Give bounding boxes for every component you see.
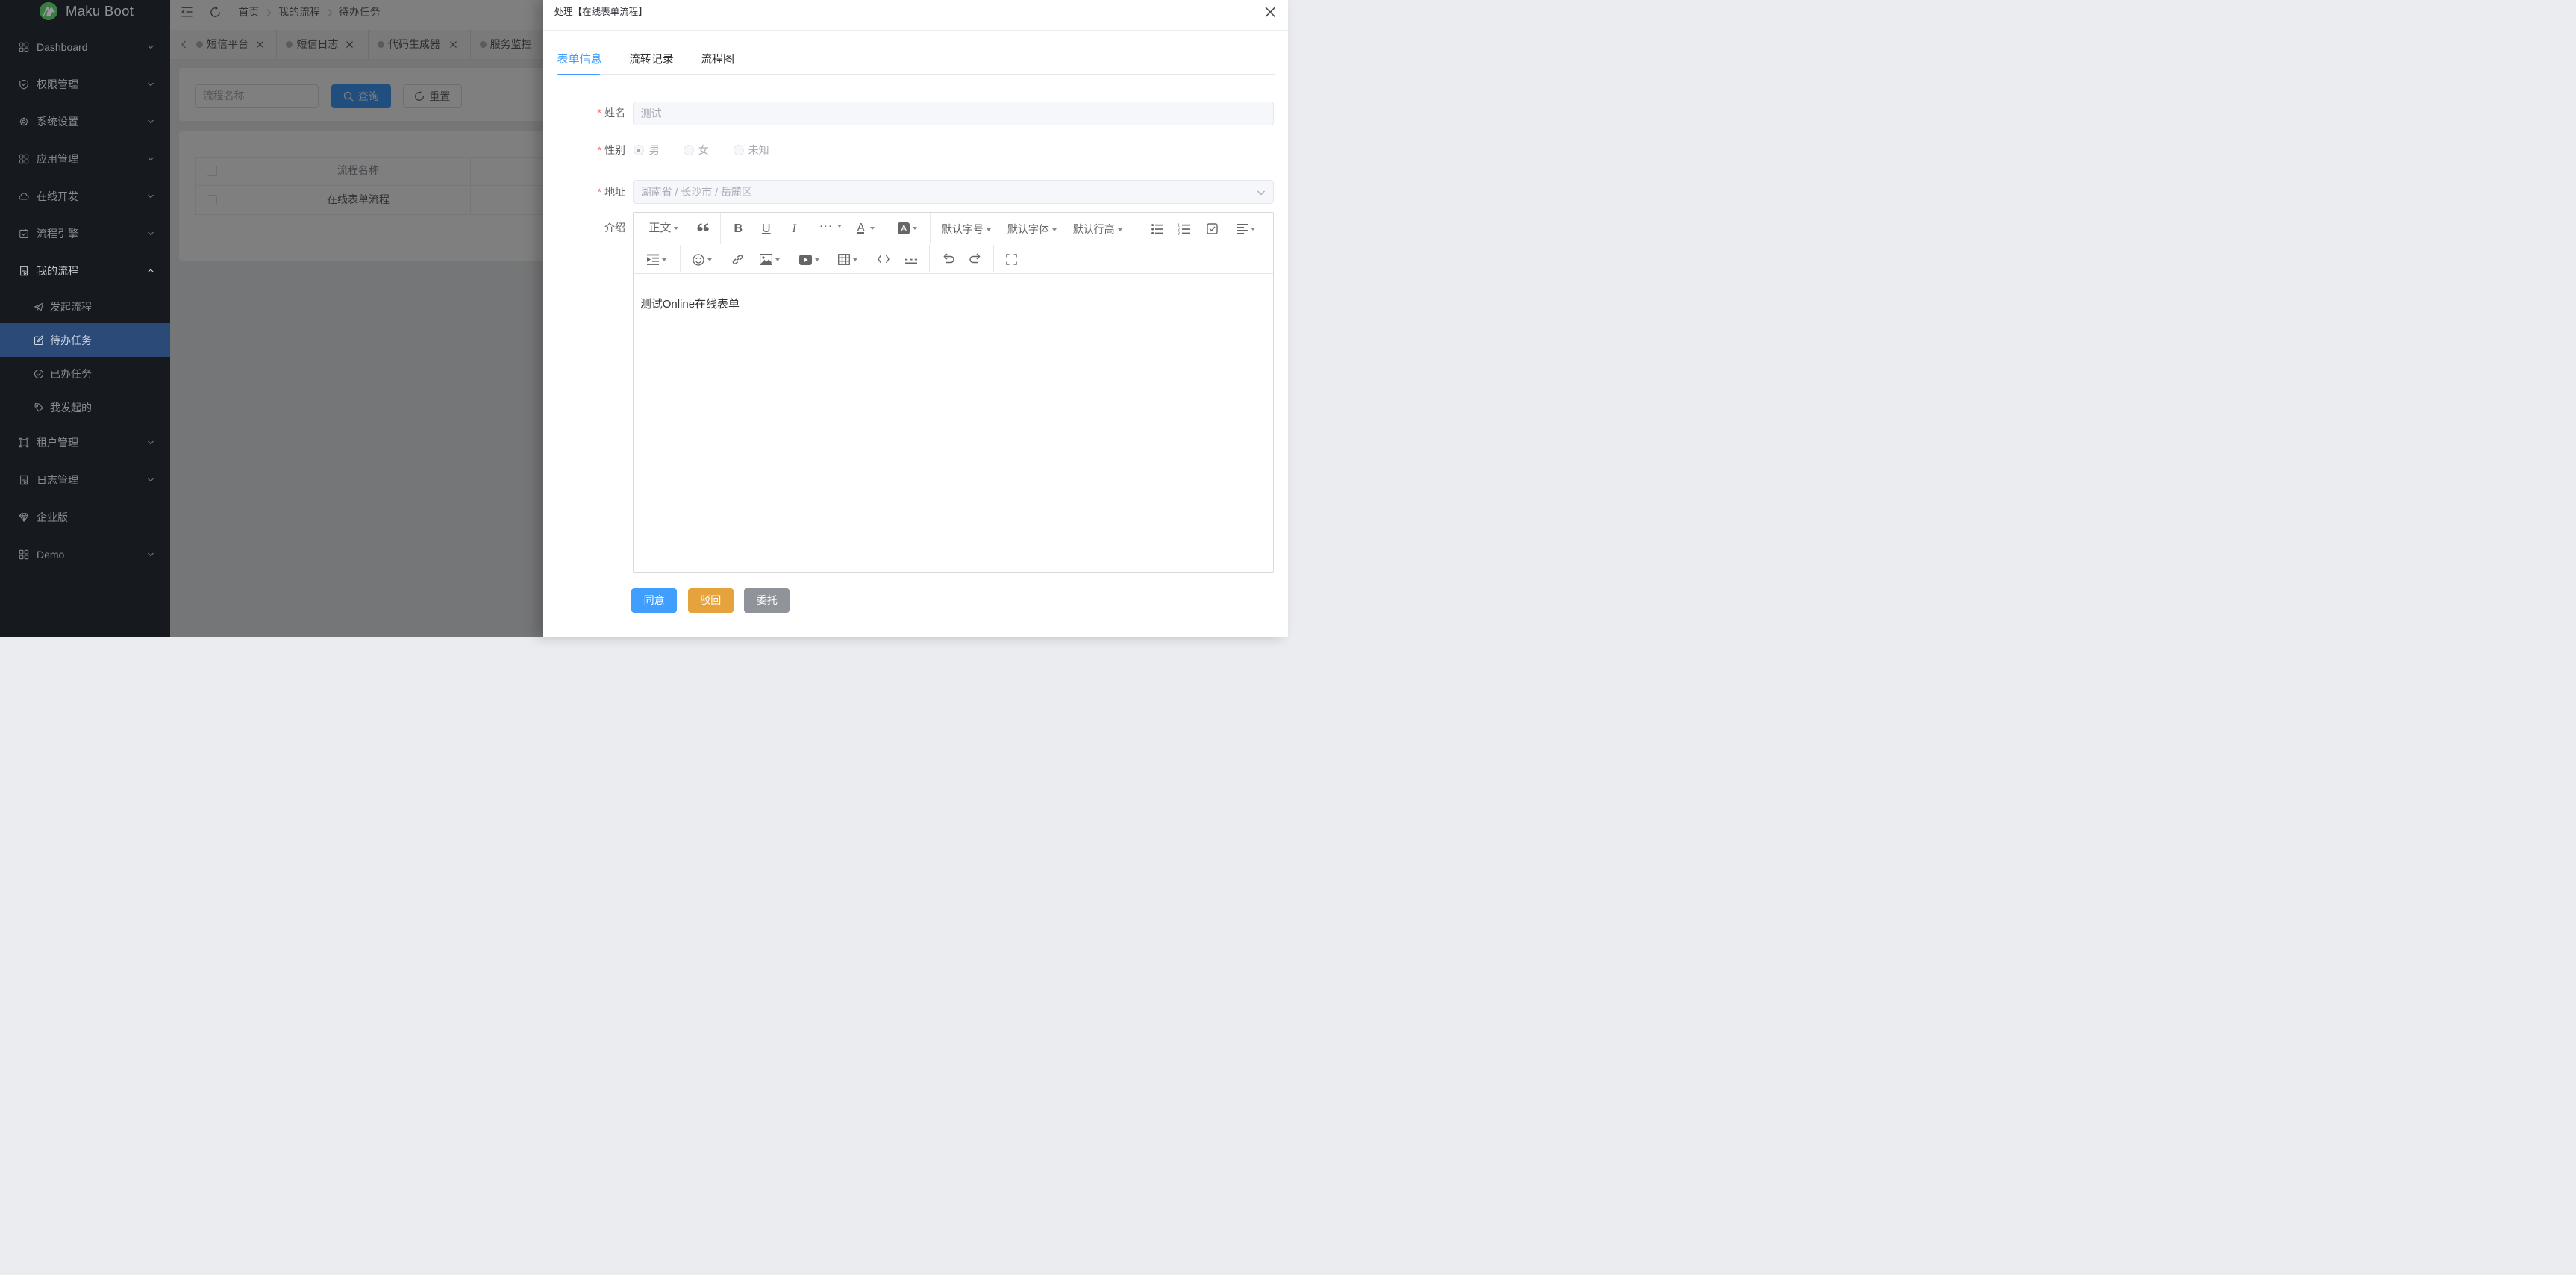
svg-text:3: 3 — [1178, 231, 1180, 234]
